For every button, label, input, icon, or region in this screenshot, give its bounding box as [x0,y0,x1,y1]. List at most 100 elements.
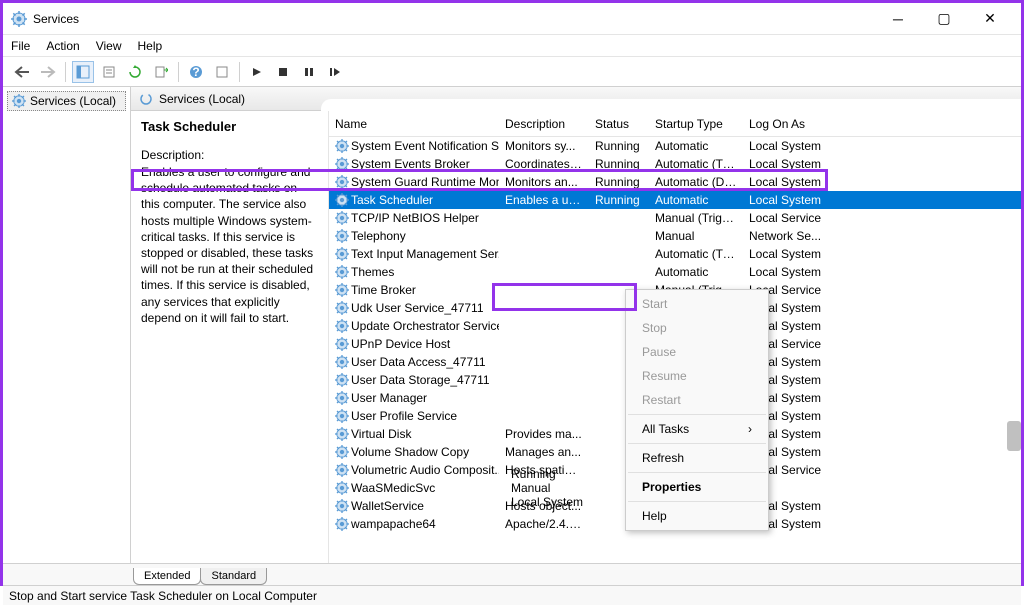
app-icon [11,11,27,27]
service-icon [335,355,349,369]
service-logon: Local System [743,247,833,261]
menu-help[interactable]: Help [138,39,163,53]
chevron-right-icon: › [748,422,752,436]
service-name: System Events Broker [351,157,470,171]
context-start: Start [628,292,766,316]
service-name: TCP/IP NetBIOS Helper [351,211,479,225]
menu-action[interactable]: Action [46,39,79,53]
service-icon [335,193,349,207]
detail-desc-label: Description: [141,148,318,162]
stop-service-button[interactable] [272,61,294,83]
service-status: Running [589,157,649,171]
service-startup: Automatic (De... [649,175,743,189]
col-name[interactable]: Name [329,117,499,131]
statusbar: Stop and Start service Task Scheduler on… [3,585,1021,605]
service-name: System Event Notification S... [351,139,499,153]
toolbar: ? [3,57,1021,87]
refresh-button[interactable] [124,61,146,83]
service-name: Udk User Service_47711 [351,301,484,315]
service-name: User Profile Service [351,409,457,423]
properties-button[interactable] [98,61,120,83]
service-name: Volumetric Audio Composit... [351,463,499,477]
service-icon [335,463,349,477]
service-desc: Enables a us... [499,193,589,207]
service-name: Volume Shadow Copy [351,445,469,459]
service-name: Telephony [351,229,406,243]
pause-service-button[interactable] [298,61,320,83]
col-desc[interactable]: Description [499,117,589,131]
scrollbar-thumb[interactable] [1007,421,1021,451]
col-startup[interactable]: Startup Type [649,117,743,131]
service-logon: Local System [743,157,833,171]
context-resume: Resume [628,364,766,388]
service-name: Update Orchestrator Service [351,319,499,333]
help2-button[interactable] [211,61,233,83]
refresh-icon [139,92,153,106]
service-icon [335,175,349,189]
service-startup: Automatic [649,139,743,153]
service-startup: Manual [505,481,589,495]
start-service-button[interactable] [246,61,268,83]
service-status: Running [589,175,649,189]
export-button[interactable] [150,61,172,83]
service-icon [335,409,349,423]
show-hide-tree-button[interactable] [72,61,94,83]
context-menu: StartStopPauseResumeRestartAll Tasks›Ref… [625,289,769,531]
close-button[interactable]: ✕ [967,3,1013,35]
service-row[interactable]: TCP/IP NetBIOS Helper Manual (Trigg... L… [329,209,1021,227]
back-button[interactable] [11,61,33,83]
menu-file[interactable]: File [11,39,30,53]
tree-item-services-local[interactable]: Services (Local) [7,91,126,111]
maximize-button[interactable]: ▢ [921,3,967,35]
service-icon [335,157,349,171]
help-button[interactable]: ? [185,61,207,83]
service-row[interactable]: Task Scheduler Enables a us... Running A… [329,191,1021,209]
service-startup: Automatic (Tri... [649,157,743,171]
service-startup: Automatic (Tri... [649,247,743,261]
menu-view[interactable]: View [96,39,122,53]
service-startup: Manual [649,229,743,243]
detail-title: Task Scheduler [141,119,318,134]
context-refresh[interactable]: Refresh [628,446,766,470]
service-row[interactable]: Themes Automatic Local System [329,263,1021,281]
minimize-button[interactable]: ─ [875,3,921,35]
service-desc: Manages an... [499,445,589,459]
service-icon [335,139,349,153]
col-status[interactable]: Status [589,117,649,131]
context-separator [628,443,766,444]
service-name: Task Scheduler [351,193,433,207]
service-status: Running [505,467,565,481]
service-name: Themes [351,265,394,279]
service-name: wampapache64 [351,517,436,531]
list-header: Name Description Status Startup Type Log… [329,111,1021,137]
service-icon [335,481,349,495]
service-desc: Monitors sy... [499,139,589,153]
service-logon: Network Se... [743,229,833,243]
service-name: Time Broker [351,283,416,297]
context-separator [628,501,766,502]
service-row[interactable]: Text Input Management Ser... Automatic (… [329,245,1021,263]
context-help[interactable]: Help [628,504,766,528]
service-startup: Manual (Trigg... [649,211,743,225]
service-logon: Local System [743,265,833,279]
context-stop: Stop [628,316,766,340]
restart-service-button[interactable] [324,61,346,83]
service-row[interactable]: System Event Notification S... Monitors … [329,137,1021,155]
forward-button[interactable] [37,61,59,83]
service-logon: Local System [743,193,833,207]
service-row[interactable]: System Events Broker Coordinates ... Run… [329,155,1021,173]
service-logon: Local Service [743,211,833,225]
service-name: System Guard Runtime Mon... [351,175,499,189]
pane-title: Services (Local) [159,92,245,106]
context-properties[interactable]: Properties [628,475,766,499]
service-startup: Automatic [649,265,743,279]
tab-extended[interactable]: Extended [133,568,201,585]
service-icon [335,391,349,405]
service-icon [335,283,349,297]
tree-item-label: Services (Local) [30,94,116,108]
context-all-tasks[interactable]: All Tasks› [628,417,766,441]
tab-standard[interactable]: Standard [200,568,267,585]
col-logon[interactable]: Log On As [743,117,833,131]
service-row[interactable]: System Guard Runtime Mon... Monitors an.… [329,173,1021,191]
service-row[interactable]: Telephony Manual Network Se... [329,227,1021,245]
